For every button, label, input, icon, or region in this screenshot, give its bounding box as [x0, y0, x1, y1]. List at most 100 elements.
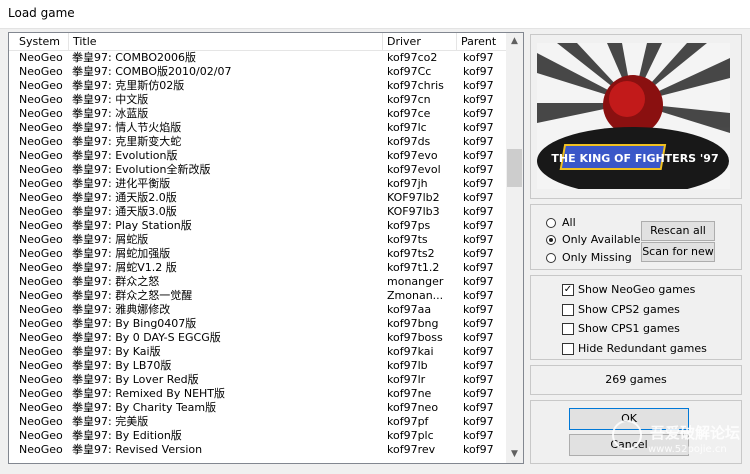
table-row[interactable]: NeoGeo 拳皇97: 雅典娜修改 kof97aa kof97 [9, 303, 507, 317]
list-rows: NeoGeo 拳皇97: COMBO2006版 kof97co2 kof97 NeoGe… [9, 51, 507, 457]
scroll-up-icon[interactable]: ▲ [506, 33, 523, 50]
column-header-driver[interactable]: Driver [383, 33, 457, 50]
cell-system: NeoGeo [19, 247, 63, 260]
cell-title: 拳皇97: Revised Version [72, 443, 203, 456]
cell-system: NeoGeo [19, 219, 63, 232]
cell-title: 拳皇97: By Kai版 [72, 345, 161, 358]
cell-parent: kof97 [463, 93, 494, 106]
cell-parent: kof97 [463, 177, 494, 190]
table-row[interactable]: NeoGeo 拳皇97: 克里斯变大蛇 kof97ds kof97 [9, 135, 507, 149]
cell-title: 拳皇97: 雅典娜修改 [72, 303, 171, 316]
table-row[interactable]: NeoGeo 拳皇97: 克里斯仿02版 kof97chris kof97 [9, 79, 507, 93]
table-row[interactable]: NeoGeo 拳皇97: COMBO2006版 kof97co2 kof97 [9, 51, 507, 65]
table-row[interactable]: NeoGeo 拳皇97: 完美版 kof97pf kof97 [9, 415, 507, 429]
radio-all-icon [546, 218, 556, 228]
cell-title: 拳皇97: Play Station版 [72, 219, 192, 232]
cell-driver: kof97plc [387, 429, 434, 442]
table-row[interactable]: NeoGeo 拳皇97: 进化平衡版 kof97jh kof97 [9, 177, 507, 191]
table-row[interactable]: NeoGeo 拳皇97: By Kai版 kof97kai kof97 [9, 345, 507, 359]
table-row[interactable]: NeoGeo 拳皇97: Play Station版 kof97ps kof97 [9, 219, 507, 233]
column-header-title[interactable]: Title [69, 33, 383, 50]
cell-system: NeoGeo [19, 177, 63, 190]
cell-parent: kof97 [463, 149, 494, 162]
cell-title: 拳皇97: Evolution全新改版 [72, 163, 211, 176]
watermark: 吾爱破解论坛 www.52pojie.cn [612, 420, 748, 470]
cell-title: 拳皇97: 群众之怒一觉醒 [72, 289, 193, 302]
cell-driver: kof97t1.2 [387, 261, 440, 274]
cell-title: 拳皇97: Evolution版 [72, 149, 178, 162]
cell-driver: Zmonan... [387, 289, 444, 302]
scroll-thumb[interactable] [507, 149, 522, 187]
table-row[interactable]: NeoGeo 拳皇97: COMBO版2010/02/07 kof97Cc kof97 [9, 65, 507, 79]
column-header-parent[interactable]: Parent [457, 33, 507, 50]
table-row[interactable]: NeoGeo 拳皇97: 中文版 kof97cn kof97 [9, 93, 507, 107]
cell-driver: kof97lr [387, 373, 426, 386]
table-row[interactable]: NeoGeo 拳皇97: By Charity Team版 kof97neo kof9… [9, 401, 507, 415]
table-row[interactable]: NeoGeo 拳皇97: 群众之怒一觉醒 Zmonan... kof97 [9, 289, 507, 303]
cell-system: NeoGeo [19, 275, 63, 288]
cell-parent: kof97 [463, 275, 494, 288]
scroll-down-icon[interactable]: ▼ [506, 446, 523, 463]
table-row[interactable]: NeoGeo 拳皇97: 通天版3.0版 KOF97lb3 kof97 [9, 205, 507, 219]
radio-only-available-label: Only Available [562, 233, 641, 246]
table-row[interactable]: NeoGeo 拳皇97: By LB70版 kof97lb kof97 [9, 359, 507, 373]
cell-parent: kof97 [463, 289, 494, 302]
table-row[interactable]: NeoGeo 拳皇97: 通天版2.0版 KOF97lb2 kof97 [9, 191, 507, 205]
scan-for-new-button[interactable]: Scan for new [641, 242, 715, 262]
watermark-logo-icon [612, 420, 642, 450]
list-scrollbar[interactable]: ▲ ▼ [506, 33, 523, 463]
cell-title: 拳皇97: 完美版 [72, 415, 149, 428]
table-row[interactable]: NeoGeo 拳皇97: 冰蓝版 kof97ce kof97 [9, 107, 507, 121]
cell-system: NeoGeo [19, 93, 63, 106]
column-header-system[interactable]: System [9, 33, 69, 50]
cell-driver: kof97bng [387, 317, 439, 330]
game-count: 269 games [530, 365, 742, 395]
cell-parent: kof97 [463, 345, 494, 358]
table-row[interactable]: NeoGeo 拳皇97: 情人节火焰版 kof97lc kof97 [9, 121, 507, 135]
table-row[interactable]: NeoGeo 拳皇97: 屑蛇版 kof97ts kof97 [9, 233, 507, 247]
cell-parent: kof97 [463, 79, 494, 92]
table-row[interactable]: NeoGeo 拳皇97: Revised Version kof97rev kof97 [9, 443, 507, 457]
show-cps2-label: Show CPS2 games [578, 303, 680, 316]
table-row[interactable]: NeoGeo 拳皇97: By Lover Red版 kof97lr kof97 [9, 373, 507, 387]
cell-driver: kof97evol [387, 163, 441, 176]
cell-parent: kof97 [463, 121, 494, 134]
table-row[interactable]: NeoGeo 拳皇97: 屑蛇V1.2 版 kof97t1.2 kof97 [9, 261, 507, 275]
table-row[interactable]: NeoGeo 拳皇97: By Edition版 kof97plc kof97 [9, 429, 507, 443]
rescan-all-button[interactable]: Rescan all [641, 221, 715, 241]
table-row[interactable]: NeoGeo 拳皇97: Evolution版 kof97evo kof97 [9, 149, 507, 163]
cell-system: NeoGeo [19, 331, 63, 344]
show-cps1-label: Show CPS1 games [578, 322, 680, 335]
cell-title: 拳皇97: 屑蛇V1.2 版 [72, 261, 177, 274]
table-row[interactable]: NeoGeo 拳皇97: 屑蛇加强版 kof97ts2 kof97 [9, 247, 507, 261]
cell-driver: kof97pf [387, 415, 429, 428]
cell-driver: kof97ne [387, 387, 432, 400]
cell-title: 拳皇97: Remixed By NEHT版 [72, 387, 226, 400]
table-row[interactable]: NeoGeo 拳皇97: By 0 DAY-S EGCG版 kof97boss kof… [9, 331, 507, 345]
cell-parent: kof97 [463, 331, 494, 344]
cell-system: NeoGeo [19, 135, 63, 148]
show-neogeo-label: Show NeoGeo games [578, 283, 696, 296]
cell-driver: kof97rev [387, 443, 436, 456]
cell-title: 拳皇97: 通天版2.0版 [72, 191, 177, 204]
radio-all-label: All [562, 216, 576, 229]
table-row[interactable]: NeoGeo 拳皇97: By Bing0407版 kof97bng kof97 [9, 317, 507, 331]
cell-system: NeoGeo [19, 317, 63, 330]
table-row[interactable]: NeoGeo 拳皇97: 群众之怒 monanger kof97 [9, 275, 507, 289]
cell-driver: kof97ts2 [387, 247, 435, 260]
cell-parent: kof97 [463, 107, 494, 120]
checkbox-icon [562, 304, 574, 316]
cell-title: 拳皇97: 通天版3.0版 [72, 205, 177, 218]
cell-parent: kof97 [463, 135, 494, 148]
cell-title: 拳皇97: COMBO版2010/02/07 [72, 65, 232, 78]
table-row[interactable]: NeoGeo 拳皇97: Evolution全新改版 kof97evol kof97 [9, 163, 507, 177]
cell-driver: kof97lc [387, 121, 427, 134]
game-list[interactable]: System Title Driver Parent NeoGeo 拳皇97: C… [8, 32, 524, 464]
cell-system: NeoGeo [19, 289, 63, 302]
cell-parent: kof97 [463, 233, 494, 246]
preview-logo-text: THE KING OF FIGHTERS '97 [551, 152, 718, 165]
radio-only-missing-icon [546, 253, 556, 263]
cell-system: NeoGeo [19, 345, 63, 358]
cell-parent: kof97 [463, 317, 494, 330]
table-row[interactable]: NeoGeo 拳皇97: Remixed By NEHT版 kof97ne kof97 [9, 387, 507, 401]
